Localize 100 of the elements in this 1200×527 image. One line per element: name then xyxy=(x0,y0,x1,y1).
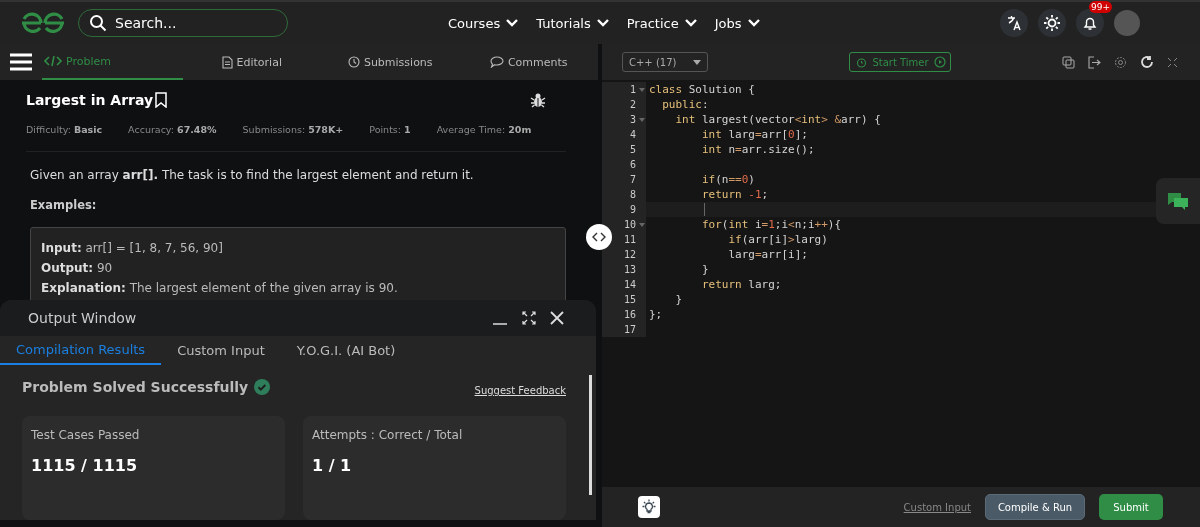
code-line: }; xyxy=(648,308,663,321)
output-tab[interactable]: Y.O.G.I. (AI Bot) xyxy=(280,335,412,365)
card-label: Attempts : Correct / Total xyxy=(312,428,464,442)
problem-description: Given an array arr[]. The task is to find the largest element and return it. xyxy=(30,168,475,182)
alarm-clock-icon xyxy=(856,56,868,68)
bookmark-icon[interactable] xyxy=(155,92,168,108)
card-label: Test Cases Passed xyxy=(31,428,141,442)
fold-icon[interactable] xyxy=(639,87,645,92)
clock-icon xyxy=(347,56,360,68)
problem-tab[interactable]: Comments xyxy=(459,44,598,80)
speech-bubble-icon xyxy=(489,56,504,68)
expand-icon[interactable] xyxy=(522,310,536,325)
code-line: if(n==0) xyxy=(700,173,755,186)
code-line: int n=arr.size(); xyxy=(700,143,815,156)
custom-input-link[interactable]: Custom Input xyxy=(903,501,971,513)
chat-icon[interactable] xyxy=(1156,178,1200,224)
result-status: Problem Solved Successfully xyxy=(22,378,249,395)
example-line: Explanation: The largest element of the given array is 90. xyxy=(41,280,399,297)
examples-heading: Examples: xyxy=(30,198,98,212)
submit-button[interactable]: Submit xyxy=(1099,494,1163,520)
chevron-down-icon xyxy=(596,19,609,27)
example-line: Input: arr[] = [1, 8, 7, 56, 90] xyxy=(41,240,224,257)
chevron-down-icon xyxy=(747,19,760,27)
example-line: Output: 90 xyxy=(41,260,114,277)
check-badge-icon xyxy=(254,378,271,395)
line-number: 3 xyxy=(629,114,636,125)
code-line: } xyxy=(674,293,683,306)
code-line: int larg=arr[0]; xyxy=(700,128,808,141)
lightbulb-icon[interactable] xyxy=(638,496,660,518)
nav-menu[interactable]: Courses xyxy=(448,15,519,31)
bell-icon[interactable] xyxy=(1082,15,1098,31)
line-number: 12 xyxy=(623,249,636,260)
line-number: 13 xyxy=(623,264,636,275)
copy-icon[interactable] xyxy=(1062,55,1075,69)
start-timer-button[interactable]: Start Timer xyxy=(849,52,951,72)
suggest-feedback-link[interactable]: Suggest Feedback xyxy=(474,385,566,396)
code-line: for(int i=1;i<n;i++){ xyxy=(700,218,842,231)
code-line: if(arr[i]>larg) xyxy=(727,233,828,246)
problem-stat: Difficulty: Basic xyxy=(26,124,103,135)
problem-stat: Submissions: 578K+ xyxy=(242,124,344,135)
play-icon xyxy=(933,56,946,68)
line-number: 7 xyxy=(629,174,636,185)
panel-resize-handle[interactable] xyxy=(586,224,612,250)
line-number: 6 xyxy=(629,159,636,170)
line-number: 4 xyxy=(629,129,636,140)
output-tab[interactable]: Compilation Results xyxy=(0,335,162,365)
nav-menu[interactable]: Tutorials xyxy=(536,15,609,31)
nav-menu[interactable]: Jobs xyxy=(714,15,760,31)
problem-tab[interactable]: Editorial xyxy=(182,44,321,80)
sun-icon[interactable] xyxy=(1038,9,1066,37)
code-line: return larg; xyxy=(700,278,782,291)
line-number: 11 xyxy=(623,234,636,245)
problem-stat: Accuracy: 67.48% xyxy=(128,124,217,135)
line-number: 9 xyxy=(629,204,636,215)
chevron-down-icon xyxy=(684,19,697,27)
settings-icon[interactable] xyxy=(1114,55,1127,69)
dropdown-arrow-icon xyxy=(693,59,701,65)
chevron-down-icon xyxy=(506,19,519,27)
code-line: larg=arr[i]; xyxy=(727,248,808,261)
notification-count: 99+ xyxy=(1089,1,1112,13)
bug-icon[interactable] xyxy=(530,92,546,108)
problem-tab[interactable]: Problem xyxy=(42,44,183,80)
code-line: return -1; xyxy=(700,188,769,201)
compile-run-button[interactable]: Compile & Run xyxy=(985,494,1085,520)
code-icon xyxy=(44,55,62,67)
logo-icon[interactable] xyxy=(20,12,66,34)
output-tab[interactable]: Custom Input xyxy=(161,335,281,365)
code-line: int largest(vector<int> &arr) { xyxy=(674,113,881,126)
code-line: } xyxy=(700,263,709,276)
nav-menu[interactable]: Practice xyxy=(626,15,697,31)
line-number: 2 xyxy=(629,99,636,110)
line-number: 14 xyxy=(623,279,636,290)
output-window-title: Output Window xyxy=(28,309,137,326)
import-icon[interactable] xyxy=(1088,55,1101,69)
translate-icon[interactable] xyxy=(1000,9,1028,37)
line-number: 10 xyxy=(623,219,636,230)
fold-icon[interactable] xyxy=(639,222,645,227)
fold-icon[interactable] xyxy=(639,117,645,122)
close-icon[interactable] xyxy=(550,310,564,325)
menu-icon[interactable] xyxy=(10,53,32,71)
code-line: public: xyxy=(661,98,709,111)
line-number: 16 xyxy=(623,309,636,320)
problem-title: Largest in Array xyxy=(26,92,154,108)
card-value: 1 / 1 xyxy=(312,456,353,475)
line-number: 5 xyxy=(629,144,636,155)
line-number: 15 xyxy=(623,294,636,305)
line-number: 1 xyxy=(629,84,636,95)
line-number: 17 xyxy=(623,324,636,335)
language-select[interactable]: C++ (17) xyxy=(622,52,708,72)
search-icon xyxy=(89,14,107,32)
search-field[interactable]: Search... xyxy=(78,9,288,37)
line-number: 8 xyxy=(629,189,636,200)
fullscreen-icon[interactable] xyxy=(1167,56,1178,68)
problem-tab[interactable]: Submissions xyxy=(321,44,460,80)
reset-icon[interactable] xyxy=(1140,55,1154,69)
card-value: 1115 / 1115 xyxy=(31,456,139,475)
problem-stat: Average Time: 20m xyxy=(436,124,532,135)
document-icon xyxy=(221,55,233,69)
problem-stat: Points: 1 xyxy=(369,124,411,135)
code-line: class Solution { xyxy=(648,83,755,96)
